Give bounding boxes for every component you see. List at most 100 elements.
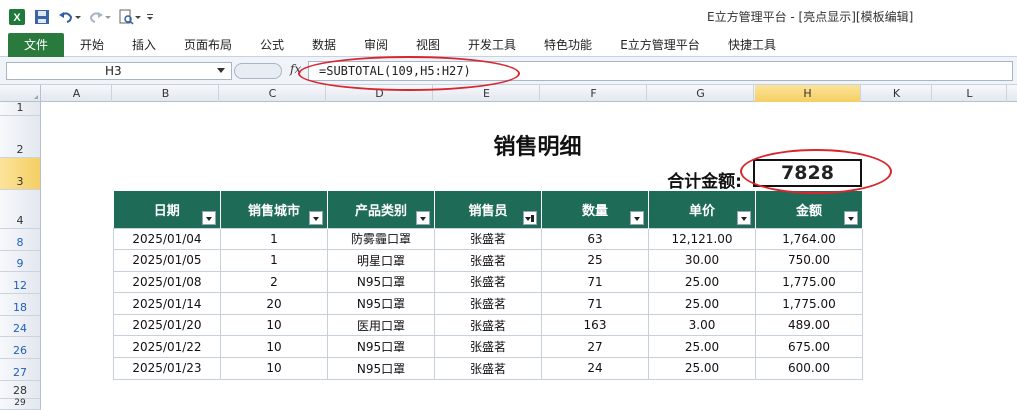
table-cell[interactable]: 71 [541, 292, 649, 315]
table-cell[interactable]: 750.00 [755, 249, 863, 272]
table-cell[interactable]: 30.00 [648, 249, 756, 272]
table-cell[interactable]: 张盛茗 [434, 357, 542, 380]
row-header-9[interactable]: 9 [0, 251, 41, 272]
filter-dropdown-icon[interactable] [202, 210, 216, 225]
filter-active-icon[interactable] [523, 210, 537, 225]
table-cell[interactable]: 71 [541, 270, 649, 294]
table-cell[interactable]: 2025/01/14 [113, 292, 221, 315]
row-header-27[interactable]: 27 [0, 359, 41, 381]
redo-dropdown-icon[interactable] [104, 9, 112, 25]
tab-insert[interactable]: 插入 [130, 33, 158, 57]
column-header-g[interactable]: G [648, 85, 754, 102]
table-cell[interactable]: 1 [220, 249, 328, 272]
tab-ecube-platform[interactable]: E立方管理平台 [618, 33, 702, 57]
row-header-4[interactable]: 4 [0, 190, 41, 229]
table-cell[interactable]: 10 [220, 357, 328, 380]
table-cell[interactable]: 1,775.00 [755, 292, 863, 315]
total-amount-cell[interactable]: 7828 [753, 159, 862, 187]
row-header-18[interactable]: 18 [0, 294, 41, 316]
tab-home[interactable]: 开始 [78, 33, 106, 57]
tab-data[interactable]: 数据 [310, 33, 338, 57]
table-cell[interactable]: 2 [220, 270, 328, 294]
tab-quick-tools[interactable]: 快捷工具 [726, 33, 778, 57]
table-cell[interactable]: 张盛茗 [434, 313, 542, 337]
table-cell[interactable]: N95口罩 [327, 270, 435, 294]
column-header-e[interactable]: E [434, 85, 540, 102]
column-header-h[interactable]: H [755, 85, 861, 102]
table-cell[interactable]: 张盛茗 [434, 292, 542, 315]
table-cell[interactable]: 489.00 [755, 313, 863, 337]
column-header-c[interactable]: C [220, 85, 326, 102]
row-header-29[interactable]: 29 [0, 398, 41, 410]
table-cell[interactable]: N95口罩 [327, 292, 435, 315]
tab-special-features[interactable]: 特色功能 [542, 33, 594, 57]
table-cell[interactable]: 2025/01/04 [113, 227, 221, 251]
table-cell[interactable]: 675.00 [755, 335, 863, 359]
insert-function-icon[interactable]: fx [290, 62, 301, 76]
table-cell[interactable]: 医用口罩 [327, 313, 435, 337]
table-cell[interactable]: 20 [220, 292, 328, 315]
row-header-8[interactable]: 8 [0, 229, 41, 251]
filter-dropdown-icon[interactable] [630, 210, 644, 225]
tab-page-layout[interactable]: 页面布局 [182, 33, 234, 57]
redo-icon[interactable] [88, 9, 104, 25]
tab-developer[interactable]: 开发工具 [466, 33, 518, 57]
name-box[interactable]: H3 [6, 62, 232, 80]
row-header-24[interactable]: 24 [0, 316, 41, 337]
table-cell[interactable]: 2025/01/08 [113, 270, 221, 294]
table-cell[interactable]: 10 [220, 313, 328, 337]
table-cell[interactable]: 张盛茗 [434, 227, 542, 251]
save-icon[interactable] [34, 9, 50, 25]
select-all-corner[interactable] [0, 85, 41, 102]
tab-view[interactable]: 视图 [414, 33, 442, 57]
row-header-28[interactable]: 28 [0, 381, 41, 399]
column-header-d[interactable]: D [327, 85, 433, 102]
table-cell[interactable]: 1,764.00 [755, 227, 863, 251]
column-header-k[interactable]: K [862, 85, 932, 102]
filter-dropdown-icon[interactable] [416, 210, 430, 225]
table-cell[interactable]: N95口罩 [327, 357, 435, 380]
table-cell[interactable]: 1 [220, 227, 328, 251]
tab-file[interactable]: 文件 [8, 33, 64, 57]
filter-dropdown-icon[interactable] [309, 210, 323, 225]
customize-quick-access-icon[interactable] [146, 9, 154, 25]
excel-icon[interactable]: X [8, 8, 26, 26]
chevron-down-icon[interactable] [217, 68, 225, 73]
table-cell[interactable]: 63 [541, 227, 649, 251]
formula-bar-expand-handle[interactable] [234, 63, 282, 79]
table-cell[interactable]: 600.00 [755, 357, 863, 380]
table-cell[interactable]: 2025/01/22 [113, 335, 221, 359]
table-cell[interactable]: 1,775.00 [755, 270, 863, 294]
formula-input[interactable]: =SUBTOTAL(109,H5:H27) [308, 61, 1013, 81]
table-cell[interactable]: 163 [541, 313, 649, 337]
table-cell[interactable]: 明星口罩 [327, 249, 435, 272]
row-header-2[interactable]: 2 [0, 116, 41, 158]
table-cell[interactable]: 3.00 [648, 313, 756, 337]
table-cell[interactable]: 27 [541, 335, 649, 359]
table-cell[interactable]: 25.00 [648, 270, 756, 294]
filter-dropdown-icon[interactable] [844, 210, 858, 225]
row-header-1[interactable]: 1 [0, 101, 41, 116]
column-header-l[interactable]: L [933, 85, 1007, 102]
print-dropdown-icon[interactable] [134, 9, 142, 25]
table-cell[interactable]: N95口罩 [327, 335, 435, 359]
table-cell[interactable]: 25 [541, 249, 649, 272]
print-preview-icon[interactable] [118, 9, 134, 25]
table-cell[interactable]: 防雾霾口罩 [327, 227, 435, 251]
table-cell[interactable]: 2025/01/20 [113, 313, 221, 337]
table-cell[interactable]: 12,121.00 [648, 227, 756, 251]
undo-icon[interactable] [58, 9, 74, 25]
table-cell[interactable]: 2025/01/05 [113, 249, 221, 272]
worksheet-grid[interactable]: A B C D E F G H K L 1 2 3 4 8 9 12 18 24… [0, 85, 1017, 410]
table-cell[interactable]: 2025/01/23 [113, 357, 221, 380]
tab-review[interactable]: 审阅 [362, 33, 390, 57]
row-header-3[interactable]: 3 [0, 158, 41, 190]
table-cell[interactable]: 张盛茗 [434, 249, 542, 272]
table-cell[interactable]: 25.00 [648, 292, 756, 315]
table-cell[interactable]: 10 [220, 335, 328, 359]
table-cell[interactable]: 25.00 [648, 357, 756, 380]
table-cell[interactable]: 24 [541, 357, 649, 380]
table-cell[interactable]: 张盛茗 [434, 335, 542, 359]
column-header-b[interactable]: B [113, 85, 219, 102]
table-cell[interactable]: 张盛茗 [434, 270, 542, 294]
